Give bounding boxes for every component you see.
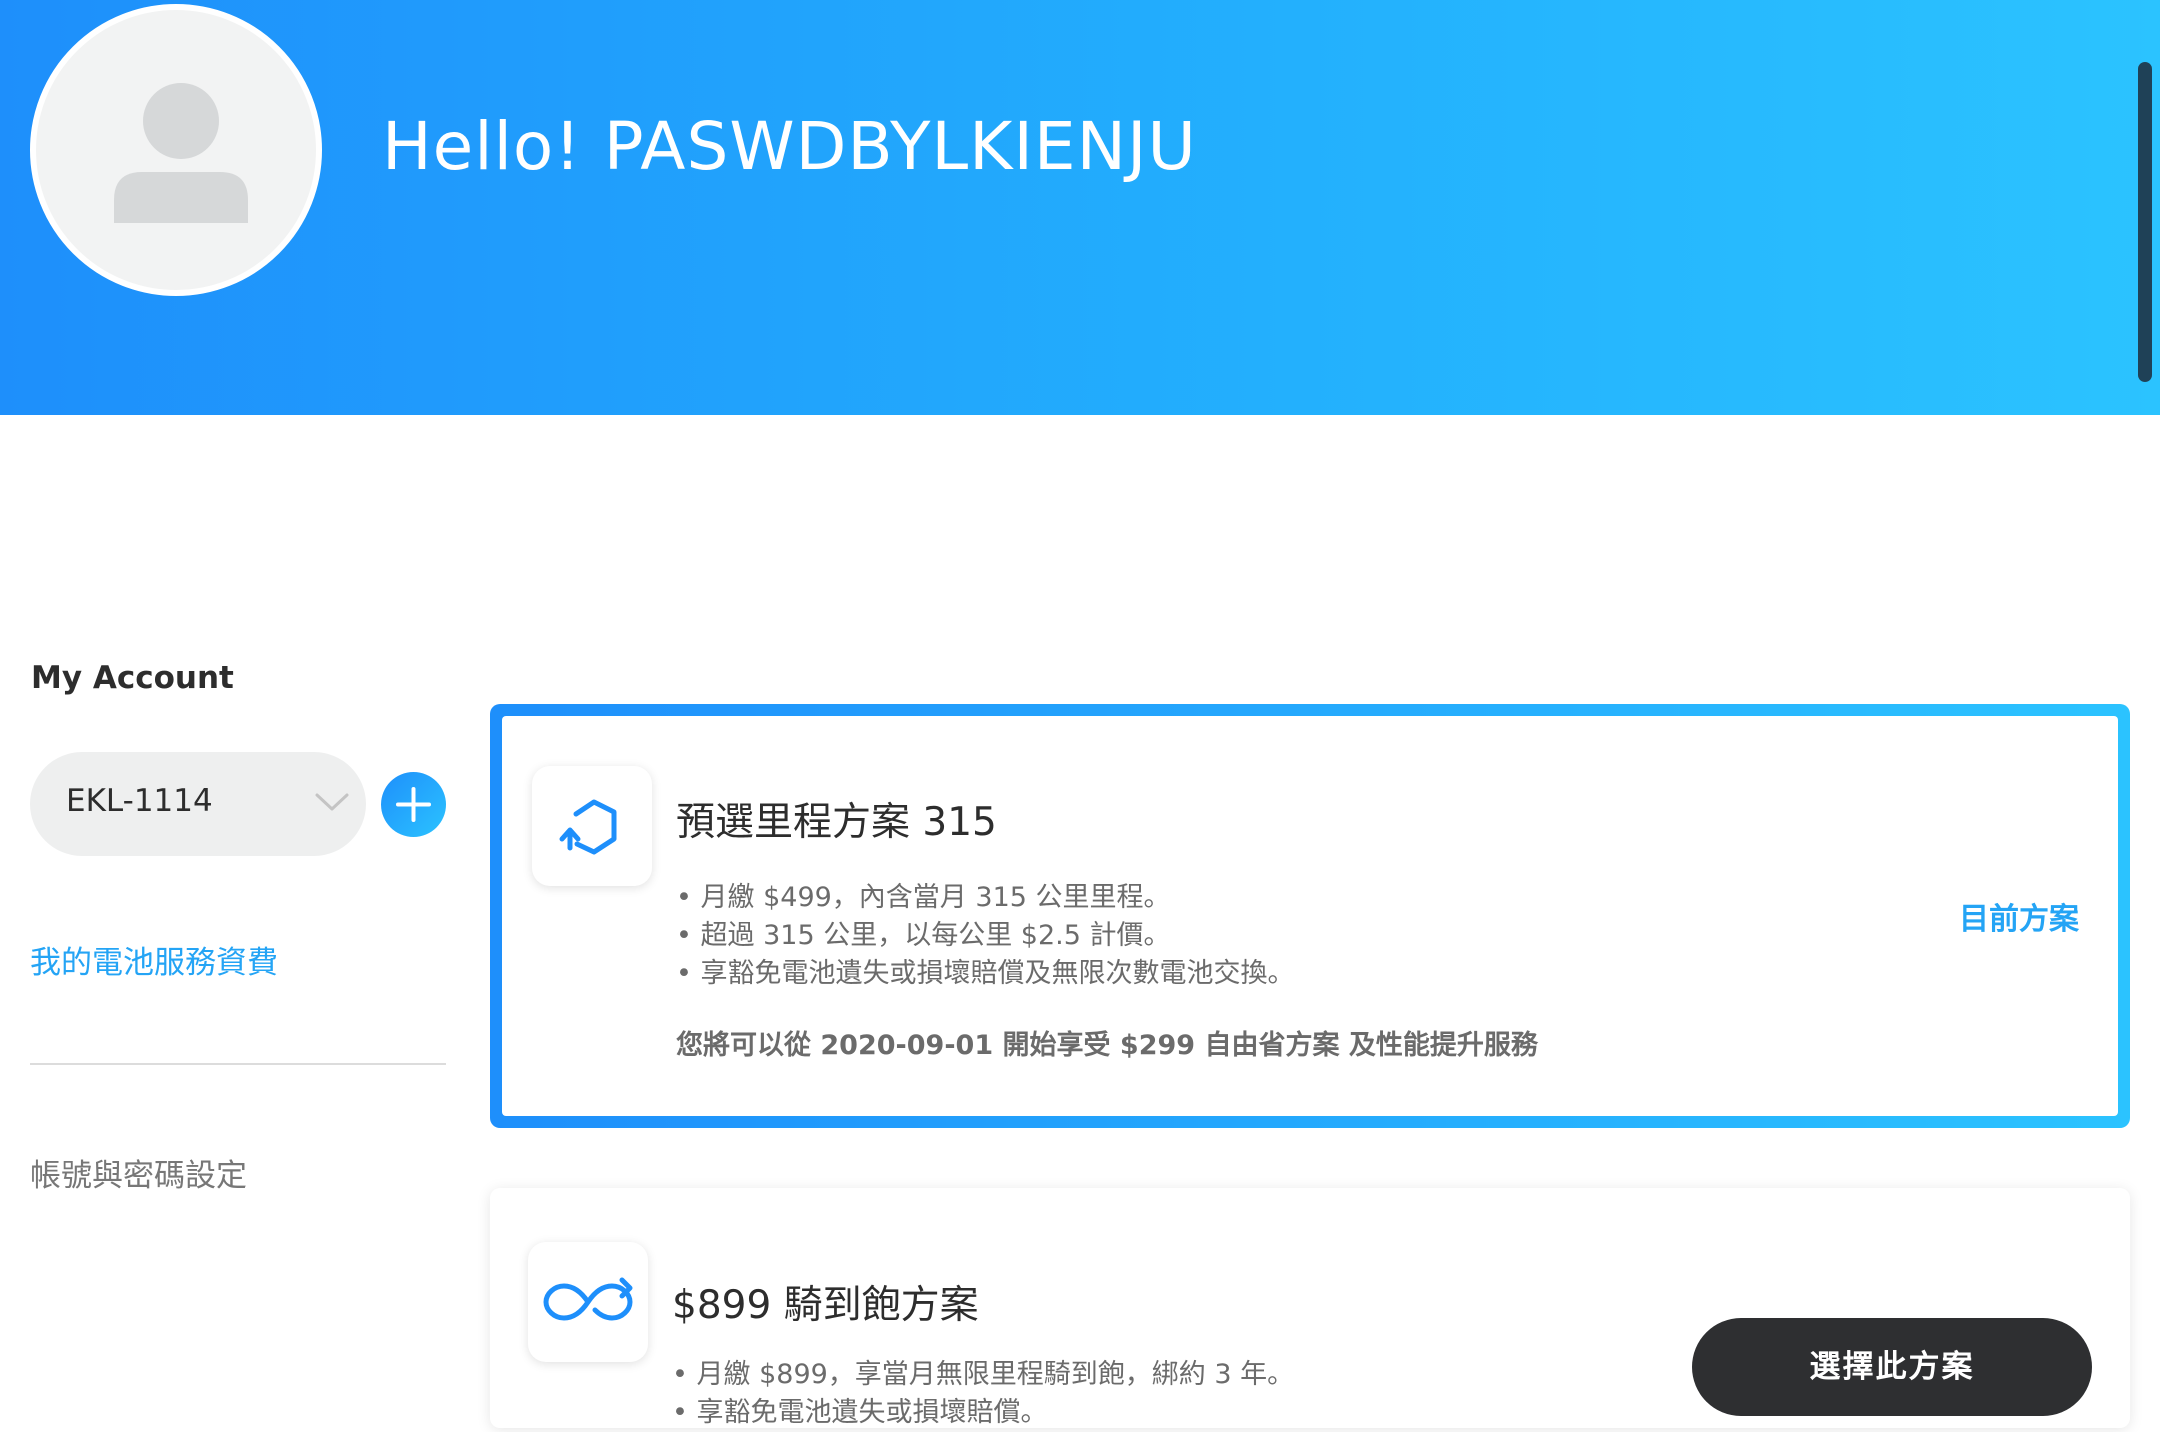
vehicle-select-value: EKL-1114 bbox=[66, 783, 213, 819]
plan-title: 預選里程方案 315 bbox=[676, 800, 997, 845]
plan-bullet: 享豁免電池遺失或損壞賠償及無限次數電池交換。 bbox=[676, 955, 1295, 993]
plan-bullet: 月繳 $899，享當月無限里程騎到飽，綁約 3 年。 bbox=[672, 1356, 1295, 1394]
avatar[interactable] bbox=[30, 4, 322, 296]
hexagon-refresh-icon bbox=[559, 799, 617, 855]
vehicle-select[interactable]: EKL-1114 bbox=[30, 752, 366, 856]
plan-icon-box bbox=[532, 766, 652, 886]
chevron-down-icon bbox=[314, 790, 350, 818]
profile-header: Hello! PASWDBYLKIENJU bbox=[0, 0, 2160, 415]
plan-promo-text: 您將可以從 2020-09-01 開始享受 $299 自由省方案 及性能提升服務 bbox=[676, 1030, 1538, 1061]
sidebar-item-account-settings[interactable]: 帳號與密碼設定 bbox=[30, 1150, 247, 1195]
plan-bullets: 月繳 $899，享當月無限里程騎到飽，綁約 3 年。 享豁免電池遺失或損壞賠償。 bbox=[672, 1356, 1295, 1432]
scrollbar[interactable] bbox=[2138, 62, 2152, 382]
greeting-text: Hello! PASWDBYLKIENJU bbox=[382, 108, 1197, 185]
plan-card-unlimited: $899 騎到飽方案 月繳 $899，享當月無限里程騎到飽，綁約 3 年。 享豁… bbox=[490, 1188, 2130, 1428]
plan-bullet: 享豁免電池遺失或損壞賠償。 bbox=[672, 1394, 1294, 1432]
plan-title: $899 騎到飽方案 bbox=[672, 1283, 979, 1328]
user-placeholder-icon bbox=[114, 83, 248, 223]
current-plan-badge: 目前方案 bbox=[1959, 902, 2079, 937]
plan-bullet: 超過 315 公里，以每公里 $2.5 計價。 bbox=[676, 917, 1295, 955]
plan-icon-box bbox=[528, 1242, 648, 1362]
divider bbox=[30, 1063, 446, 1065]
select-plan-button[interactable]: 選擇此方案 bbox=[1692, 1318, 2092, 1416]
infinity-refresh-icon bbox=[543, 1277, 633, 1321]
plan-bullets: 月繳 $499，內含當月 315 公里里程。 超過 315 公里，以每公里 $2… bbox=[676, 879, 1295, 993]
sidebar-item-battery-plan[interactable]: 我的電池服務資費 bbox=[30, 937, 278, 982]
plan-bullet: 月繳 $499，內含當月 315 公里里程。 bbox=[676, 879, 1295, 917]
plan-card-current: 預選里程方案 315 月繳 $499，內含當月 315 公里里程。 超過 315… bbox=[490, 704, 2130, 1128]
section-title: My Account bbox=[31, 660, 234, 696]
plus-icon bbox=[396, 787, 431, 822]
add-vehicle-button[interactable] bbox=[381, 772, 446, 837]
